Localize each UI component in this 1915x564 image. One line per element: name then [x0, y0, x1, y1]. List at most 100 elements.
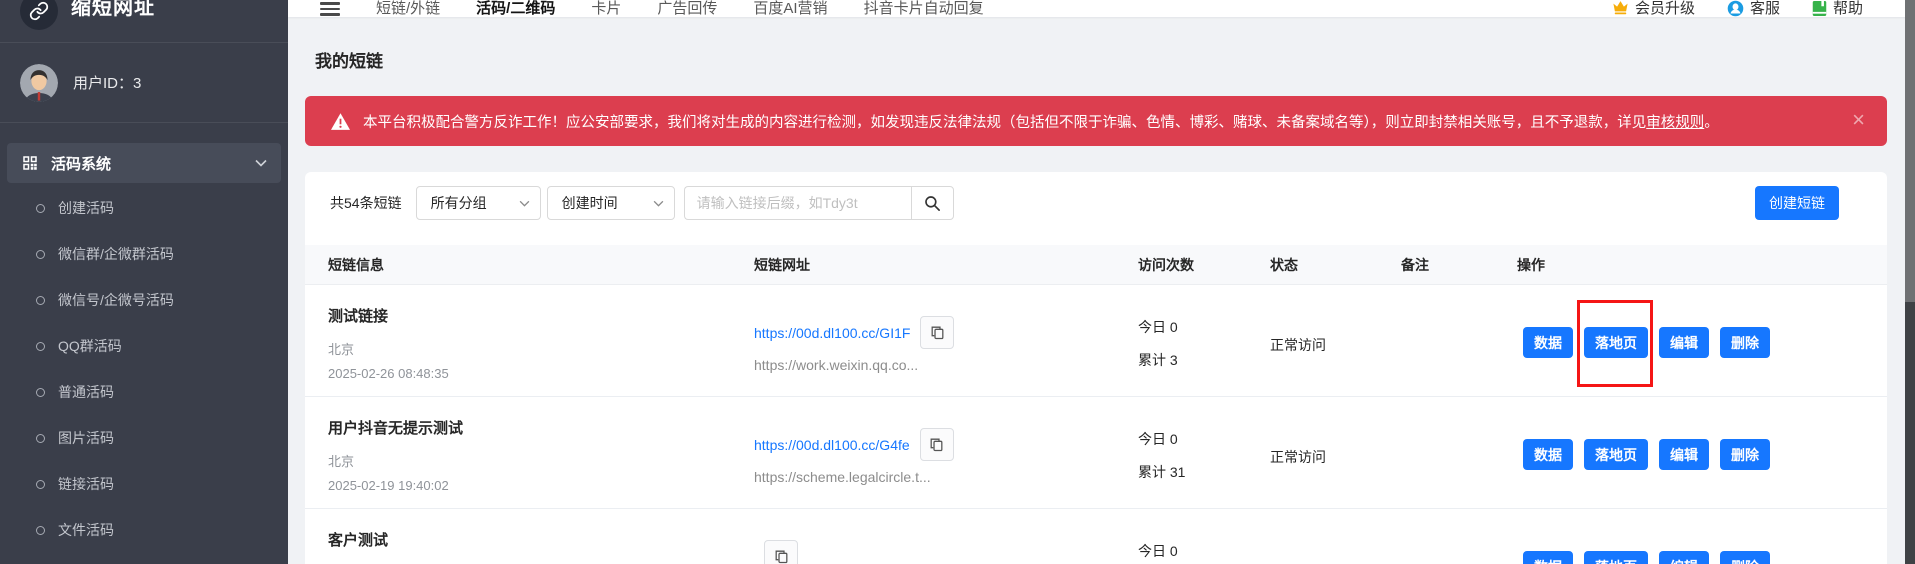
vertical-scrollbar[interactable] [1905, 0, 1915, 564]
tab-shortlink[interactable]: 短链/外链 [376, 0, 440, 17]
visits-total: 累计 3 [1138, 352, 1270, 369]
tab-card[interactable]: 卡片 [591, 0, 621, 17]
edit-button[interactable]: 编辑 [1659, 439, 1709, 470]
sidebar-item-huoma-system[interactable]: 活码系统 [7, 143, 281, 183]
copy-button[interactable] [764, 540, 798, 564]
search-button[interactable] [911, 186, 954, 220]
search-group [684, 186, 954, 220]
total-count-label: 共54条短链 [330, 193, 402, 213]
sidebar: 缩短网址 用户ID：3 [0, 0, 288, 564]
column-header: 访问次数 [1138, 255, 1270, 275]
table-row: 测试链接 北京 2025-02-26 08:48:35 https://00d.… [305, 285, 1887, 397]
table-header: 短链信息 短链网址 访问次数 状态 备注 操作 [305, 245, 1887, 285]
time-filter-value: 创建时间 [562, 193, 618, 213]
help-icon [1812, 0, 1827, 17]
scrollbar-thumb[interactable] [1905, 0, 1915, 302]
column-header: 操作 [1517, 255, 1867, 275]
short-url-link[interactable]: https://00d.dl100.cc/GI1F [754, 325, 910, 341]
sidebar-header-label: 活码系统 [51, 153, 111, 174]
page-title: 我的短链 [305, 17, 1887, 96]
service-icon [1727, 0, 1744, 17]
logo: 缩短网址 [0, 0, 288, 43]
topbar: 短链/外链 活码/二维码 卡片 广告回传 百度AI营销 抖音卡片自动回复 会员升… [288, 0, 1915, 17]
shortlink-card: 共54条短链 所有分组 创建时间 创建短 [305, 172, 1887, 564]
search-icon [923, 194, 941, 212]
data-button[interactable]: 数据 [1523, 439, 1573, 470]
edit-button[interactable]: 编辑 [1659, 327, 1709, 358]
sidebar-item-label: QQ群活码 [58, 336, 122, 356]
upgrade-link[interactable]: 会员升级 [1612, 0, 1695, 17]
bullet-icon [36, 296, 45, 305]
group-filter-select[interactable]: 所有分组 [416, 186, 541, 220]
delete-button[interactable]: 删除 [1720, 551, 1770, 564]
bullet-icon [36, 526, 45, 535]
tab-huoma-qrcode[interactable]: 活码/二维码 [476, 0, 555, 17]
sidebar-item-qq-group[interactable]: QQ群活码 [0, 323, 288, 369]
upgrade-label: 会员升级 [1635, 0, 1695, 17]
visits-today: 今日 0 [1138, 431, 1270, 448]
remark-cell [1401, 285, 1517, 396]
group-filter-value: 所有分组 [431, 193, 487, 213]
sidebar-item-file-huoma[interactable]: 文件活码 [0, 507, 288, 553]
data-button[interactable]: 数据 [1523, 327, 1573, 358]
link-title: 客户测试 [328, 531, 754, 550]
sidebar-item-image-huoma[interactable]: 图片活码 [0, 415, 288, 461]
hamburger-menu-icon[interactable] [320, 2, 340, 16]
table-row: 用户抖音无提示测试 北京 2025-02-19 19:40:02 https:/… [305, 397, 1887, 509]
sidebar-item-create-huoma[interactable]: 创建活码 [0, 185, 288, 231]
user-id-label: 用户ID：3 [73, 72, 141, 93]
landing-page-button[interactable]: 落地页 [1584, 439, 1648, 470]
data-button[interactable]: 数据 [1523, 551, 1573, 564]
visits-total: 累计 31 [1138, 464, 1270, 481]
landing-page-button[interactable]: 落地页 [1584, 327, 1648, 358]
sidebar-item-normal-huoma[interactable]: 普通活码 [0, 369, 288, 415]
remark-cell [1401, 397, 1517, 508]
copy-button[interactable] [920, 316, 954, 349]
chevron-down-icon [255, 159, 267, 167]
tab-douyin-autoreply[interactable]: 抖音卡片自动回复 [864, 0, 984, 17]
column-header: 备注 [1401, 255, 1517, 275]
tab-baidu-ai[interactable]: 百度AI营销 [753, 0, 827, 17]
search-input[interactable] [684, 186, 911, 220]
time-filter-select[interactable]: 创建时间 [547, 186, 675, 220]
status-label [1270, 509, 1401, 564]
delete-button[interactable]: 删除 [1720, 439, 1770, 470]
user-panel: 用户ID：3 [0, 43, 288, 123]
help-link[interactable]: 帮助 [1812, 0, 1863, 17]
qrcode-icon [21, 154, 39, 172]
link-location: 北京 [328, 454, 754, 470]
close-icon[interactable]: × [1852, 109, 1865, 131]
warning-text: 本平台积极配合警方反诈工作！应公安部要求，我们将对生成的内容进行检测，如发现违反… [363, 111, 1719, 132]
filter-toolbar: 共54条短链 所有分组 创建时间 创建短 [330, 186, 1863, 220]
crown-icon [1612, 0, 1629, 15]
column-header: 短链网址 [754, 255, 1138, 275]
bullet-icon [36, 388, 45, 397]
table-row: 客户测试 今日 0 [305, 509, 1887, 564]
app-window: 缩短网址 用户ID：3 [0, 0, 1915, 564]
customer-service-link[interactable]: 客服 [1727, 0, 1780, 17]
copy-icon [928, 436, 945, 453]
short-url-link[interactable]: https://00d.dl100.cc/G4fe [754, 437, 910, 453]
sidebar-item-link-huoma[interactable]: 链接活码 [0, 461, 288, 507]
sidebar-item-wechat-account[interactable]: 微信号/企微号活码 [0, 277, 288, 323]
tab-ad-callback[interactable]: 广告回传 [657, 0, 717, 17]
sidebar-item-label: 微信群/企微群活码 [58, 244, 174, 264]
bullet-icon [36, 204, 45, 213]
delete-button[interactable]: 删除 [1720, 327, 1770, 358]
content-area: 我的短链 本平台积极配合警方反诈工作！应公安部要求，我们将对生成的内容进行检测，… [288, 17, 1915, 564]
audit-rules-link[interactable]: 审核规则 [1646, 115, 1704, 131]
target-url: https://scheme.legalcircle.t... [754, 469, 1138, 485]
landing-page-button[interactable]: 落地页 [1584, 551, 1648, 564]
status-label: 正常访问 [1270, 397, 1401, 508]
sidebar-item-label: 文件活码 [58, 520, 114, 540]
copy-button[interactable] [920, 428, 954, 461]
sidebar-item-wechat-group[interactable]: 微信群/企微群活码 [0, 231, 288, 277]
edit-button[interactable]: 编辑 [1659, 551, 1709, 564]
warning-icon [331, 113, 350, 130]
column-header: 状态 [1270, 255, 1401, 275]
create-shortlink-button[interactable]: 创建短链 [1755, 186, 1839, 220]
avatar [20, 64, 58, 102]
link-location: 北京 [328, 342, 754, 358]
visits-today: 今日 0 [1138, 319, 1270, 336]
link-created-time: 2025-02-19 19:40:02 [328, 478, 754, 494]
